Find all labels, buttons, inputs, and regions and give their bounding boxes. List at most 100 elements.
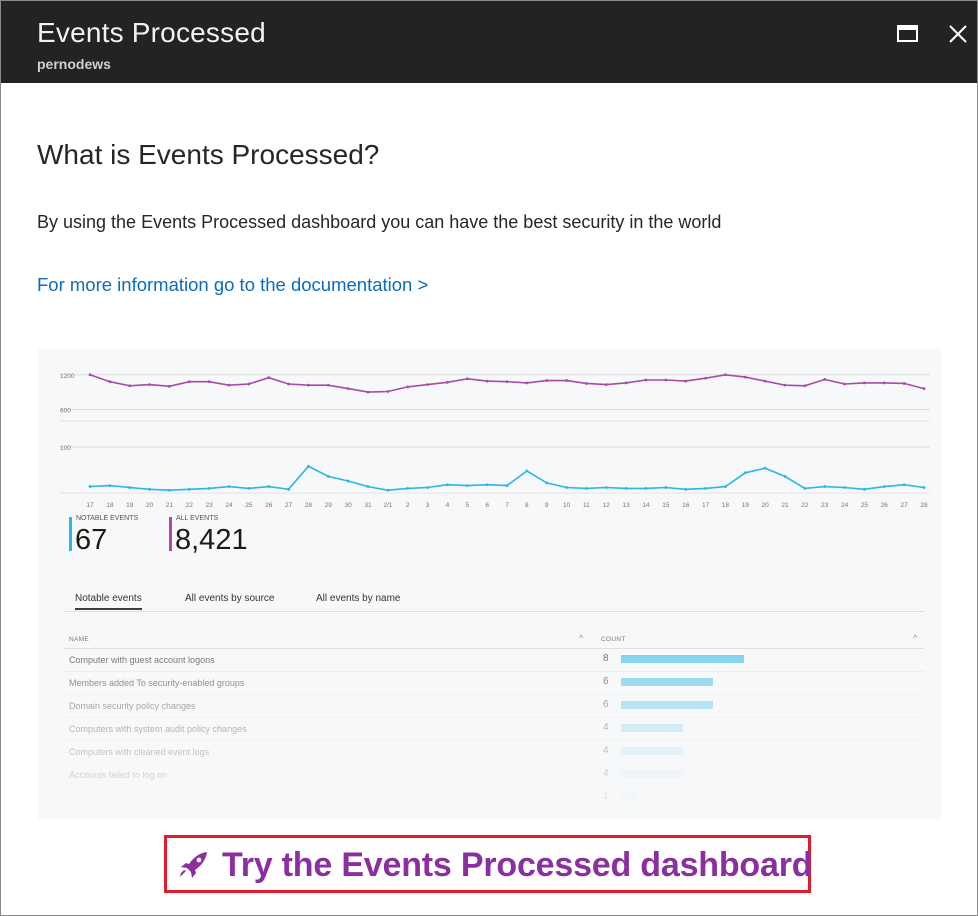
documentation-link[interactable]: For more information go to the documenta…: [37, 274, 428, 296]
data-point: [485, 483, 489, 487]
x-tick-label: 3: [426, 502, 430, 509]
table-row[interactable]: Computers with system audit policy chang…: [64, 718, 924, 741]
data-point: [187, 380, 191, 384]
sort-caret-icon[interactable]: ^: [579, 633, 583, 643]
data-point: [247, 382, 251, 386]
try-dashboard-button[interactable]: Try the Events Processed dashboard: [164, 835, 813, 893]
rocket-icon: [180, 852, 207, 878]
row-count-bar: [621, 747, 683, 755]
sort-caret-icon[interactable]: ^: [913, 633, 917, 643]
x-tick-label: 22: [186, 502, 194, 509]
data-point: [108, 380, 112, 384]
data-point: [902, 483, 906, 487]
x-tick-label: 24: [841, 502, 849, 509]
x-tick-label: 23: [821, 502, 829, 509]
data-point: [287, 382, 290, 386]
data-point: [624, 381, 628, 385]
data-point: [803, 384, 807, 388]
table-row[interactable]: 1: [64, 787, 924, 810]
all-events-label: ALL EVENTS: [176, 515, 219, 522]
x-tick-label: 8: [525, 502, 529, 509]
table-row[interactable]: Accounts failed to log on 4: [64, 764, 924, 787]
data-point: [386, 488, 390, 492]
x-tick-label: 11: [583, 502, 590, 509]
x-tick-label: 29: [325, 502, 333, 509]
row-count: 4: [603, 722, 609, 733]
notable-events-label: NOTABLE EVENTS: [76, 515, 139, 522]
x-tick-label: 10: [563, 502, 571, 509]
x-tick-label: 25: [245, 502, 253, 509]
data-point: [922, 387, 926, 391]
all-events-value: 8,421: [175, 524, 248, 556]
data-point: [664, 378, 668, 382]
data-point: [724, 485, 727, 488]
data-point: [426, 486, 429, 489]
notable-events-color-bar: [69, 517, 72, 551]
y-tick-label: 100: [60, 445, 71, 452]
data-point: [406, 487, 410, 490]
close-icon: [949, 25, 967, 43]
data-point: [168, 488, 171, 492]
data-point: [108, 484, 112, 488]
x-tick-label: 28: [305, 502, 313, 509]
page-description: By using the Events Processed dashboard …: [37, 212, 722, 232]
data-point: [168, 384, 171, 388]
data-point: [585, 487, 588, 490]
data-point: [307, 464, 310, 468]
table-row[interactable]: Computers with cleaned event logs 4: [64, 741, 924, 764]
data-point: [684, 487, 688, 491]
x-tick-label: 17: [86, 502, 94, 509]
data-point: [187, 487, 191, 491]
row-count: 4: [603, 768, 609, 779]
data-point: [843, 382, 846, 386]
x-tick-label: 13: [623, 502, 631, 509]
row-count-bar: [621, 701, 713, 709]
table-row[interactable]: Computer with guest account logons 8: [64, 649, 924, 672]
x-tick-label: 14: [642, 502, 650, 509]
data-point: [446, 483, 449, 487]
x-tick-label: 15: [662, 502, 670, 509]
data-point: [823, 378, 827, 381]
x-tick-label: 22: [801, 502, 809, 509]
x-tick-label: 18: [106, 502, 114, 509]
x-tick-label: 24: [225, 502, 233, 509]
data-point: [704, 487, 707, 490]
data-point: [823, 485, 827, 488]
data-point: [565, 486, 568, 489]
data-point: [545, 481, 549, 485]
x-tick-label: 2/1: [383, 502, 392, 509]
data-point: [624, 487, 628, 490]
data-point: [863, 381, 866, 385]
row-count: 6: [603, 699, 609, 710]
data-point: [148, 383, 151, 386]
window-subtitle: pernodews: [37, 56, 111, 72]
data-point: [505, 380, 509, 384]
column-header-count[interactable]: COUNT: [601, 636, 626, 643]
x-tick-label: 21: [781, 502, 789, 509]
row-count: 8: [603, 653, 609, 664]
data-point: [783, 475, 787, 478]
tab-notable-events[interactable]: Notable events: [75, 593, 142, 610]
x-tick-label: 26: [881, 502, 889, 509]
notable-events-value: 67: [75, 524, 108, 556]
data-point: [346, 479, 350, 483]
row-count: 4: [603, 745, 609, 756]
data-point: [525, 469, 529, 473]
data-point: [346, 387, 350, 391]
x-tick-label: 9: [545, 502, 549, 509]
table-row[interactable]: Members added To security-enabled groups…: [64, 672, 924, 695]
tab-all-events-by-name[interactable]: All events by name: [316, 593, 401, 604]
maximize-button[interactable]: [895, 21, 921, 47]
tab-all-events-by-source[interactable]: All events by source: [185, 593, 275, 604]
data-point: [88, 485, 92, 488]
x-tick-label: 19: [126, 502, 134, 509]
series-line: [89, 373, 925, 393]
x-tick-label: 19: [742, 502, 750, 509]
table-row[interactable]: Domain security policy changes 6: [64, 695, 924, 718]
x-tick-label: 27: [901, 502, 909, 509]
data-point: [644, 378, 648, 382]
column-header-name[interactable]: NAME: [69, 636, 89, 643]
data-point: [128, 384, 132, 388]
x-tick-label: 21: [166, 502, 174, 509]
close-button[interactable]: [945, 21, 971, 47]
